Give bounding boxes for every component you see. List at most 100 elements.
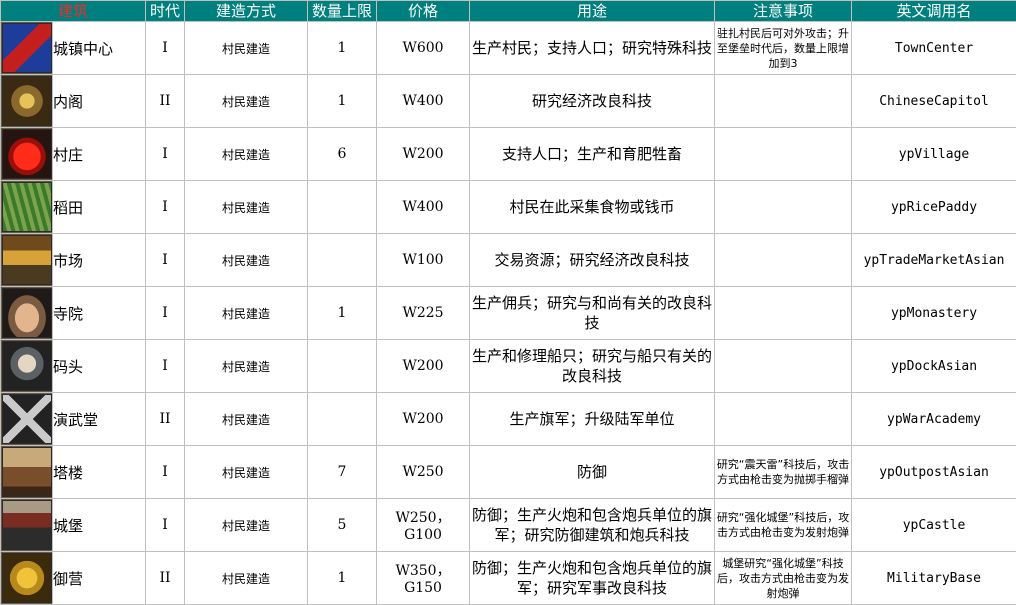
method-cell: 村民建造 bbox=[184, 392, 309, 446]
building-name: 城镇中心 bbox=[51, 21, 147, 75]
table-row: 演武堂 II 村民建造 W200 生产旗军；升级陆军单位 ypWarAcadem… bbox=[0, 392, 1016, 446]
method-cell: 村民建造 bbox=[184, 498, 309, 552]
era-cell: I bbox=[145, 445, 186, 499]
limit-cell: 1 bbox=[307, 551, 378, 605]
era-cell: I bbox=[145, 286, 186, 340]
table-row: 村庄 I 村民建造 6 W200 支持人口；生产和育肥牲畜 ypVillage bbox=[0, 127, 1016, 181]
note-cell: 研究“强化城堡”科技后，攻击方式由枪击变为发射炮弹 bbox=[714, 498, 853, 552]
table-row: 御营 II 村民建造 1 W350，G150 防御；生产火炮和包含炮兵单位的旗军… bbox=[0, 551, 1016, 605]
table-row: 码头 I 村民建造 W200 生产和修理船只；研究与船只有关的改良科技 ypDo… bbox=[0, 339, 1016, 393]
building-name: 塔楼 bbox=[51, 445, 147, 499]
table-row: 城堡 I 村民建造 5 W250，G100 防御；生产火炮和包含炮兵单位的旗军；… bbox=[0, 498, 1016, 552]
table-row: 塔楼 I 村民建造 7 W250 防御 研究“震天雷”科技后，攻击方式由枪击变为… bbox=[0, 445, 1016, 499]
crossed-swords-icon bbox=[1, 394, 52, 444]
limit-cell bbox=[307, 392, 378, 446]
era-cell: I bbox=[145, 180, 186, 234]
note-cell: 驻扎村民后可对外攻击；升至堡垒时代后，数量上限增加到3 bbox=[714, 21, 853, 75]
limit-cell: 7 bbox=[307, 445, 378, 499]
use-cell: 防御；生产火炮和包含炮兵单位的旗军；研究防御建筑和炮兵科技 bbox=[469, 498, 716, 552]
era-cell: I bbox=[145, 498, 186, 552]
price-cell: W100 bbox=[376, 233, 471, 287]
note-cell bbox=[714, 339, 853, 393]
use-cell: 生产佣兵；研究与和尚有关的改良科技 bbox=[469, 286, 716, 340]
era-cell: I bbox=[145, 127, 186, 181]
chinese-capitol-icon bbox=[1, 76, 52, 126]
table-row: 内阁 II 村民建造 1 W400 研究经济改良科技 ChineseCapito… bbox=[0, 74, 1016, 128]
use-cell: 防御 bbox=[469, 445, 716, 499]
use-cell: 研究经济改良科技 bbox=[469, 74, 716, 128]
header-english-name: 英文调用名 bbox=[851, 0, 1016, 22]
note-cell bbox=[714, 127, 853, 181]
header-price: 价格 bbox=[376, 0, 471, 22]
english-name-cell: ypRicePaddy bbox=[851, 180, 1016, 234]
table-row: 稻田 I 村民建造 W400 村民在此采集食物或钱币 ypRicePaddy bbox=[0, 180, 1016, 234]
english-name-cell: ypCastle bbox=[851, 498, 1016, 552]
header-note: 注意事项 bbox=[714, 0, 853, 22]
use-cell: 生产旗军；升级陆军单位 bbox=[469, 392, 716, 446]
dragon-emblem-icon bbox=[1, 553, 52, 603]
building-name: 稻田 bbox=[51, 180, 147, 234]
english-name-cell: ypTradeMarketAsian bbox=[851, 233, 1016, 287]
limit-cell: 1 bbox=[307, 74, 378, 128]
castle-icon bbox=[1, 500, 52, 550]
rice-paddy-icon bbox=[1, 182, 52, 232]
limit-cell: 6 bbox=[307, 127, 378, 181]
english-name-cell: ypWarAcademy bbox=[851, 392, 1016, 446]
use-cell: 生产村民；支持人口；研究特殊科技 bbox=[469, 21, 716, 75]
method-cell: 村民建造 bbox=[184, 339, 309, 393]
method-cell: 村民建造 bbox=[184, 551, 309, 605]
limit-cell bbox=[307, 233, 378, 287]
era-cell: I bbox=[145, 339, 186, 393]
era-cell: II bbox=[145, 551, 186, 605]
method-cell: 村民建造 bbox=[184, 21, 309, 75]
price-cell: W400 bbox=[376, 74, 471, 128]
price-cell: W200 bbox=[376, 339, 471, 393]
limit-cell: 1 bbox=[307, 21, 378, 75]
price-cell: W400 bbox=[376, 180, 471, 234]
use-cell: 生产和修理船只；研究与船只有关的改良科技 bbox=[469, 339, 716, 393]
limit-cell: 5 bbox=[307, 498, 378, 552]
english-name-cell: MilitaryBase bbox=[851, 551, 1016, 605]
english-name-cell: ypDockAsian bbox=[851, 339, 1016, 393]
price-cell: W250，G100 bbox=[376, 498, 471, 552]
watch-tower-icon bbox=[1, 447, 52, 497]
building-name: 市场 bbox=[51, 233, 147, 287]
building-name: 御营 bbox=[51, 551, 147, 605]
era-cell: II bbox=[145, 74, 186, 128]
town-center-icon bbox=[1, 23, 52, 73]
era-cell: II bbox=[145, 392, 186, 446]
price-cell: W200 bbox=[376, 392, 471, 446]
building-name: 码头 bbox=[51, 339, 147, 393]
english-name-cell: TownCenter bbox=[851, 21, 1016, 75]
header-era: 时代 bbox=[145, 0, 186, 22]
header-building: 建筑 bbox=[0, 0, 147, 22]
price-cell: W200 bbox=[376, 127, 471, 181]
note-cell bbox=[714, 392, 853, 446]
table-row: 城镇中心 I 村民建造 1 W600 生产村民；支持人口；研究特殊科技 驻扎村民… bbox=[0, 21, 1016, 75]
english-name-cell: ChineseCapitol bbox=[851, 74, 1016, 128]
header-method: 建造方式 bbox=[184, 0, 309, 22]
building-name: 寺院 bbox=[51, 286, 147, 340]
note-cell: 城堡研究“强化城堡”科技后，攻击方式由枪击变为发射炮弹 bbox=[714, 551, 853, 605]
method-cell: 村民建造 bbox=[184, 180, 309, 234]
header-use: 用途 bbox=[469, 0, 716, 22]
lantern-village-icon bbox=[1, 129, 52, 179]
price-cell: W225 bbox=[376, 286, 471, 340]
use-cell: 交易资源；研究经济改良科技 bbox=[469, 233, 716, 287]
praying-hands-icon bbox=[1, 288, 52, 338]
table-row: 寺院 I 村民建造 1 W225 生产佣兵；研究与和尚有关的改良科技 ypMon… bbox=[0, 286, 1016, 340]
price-cell: W350，G150 bbox=[376, 551, 471, 605]
era-cell: I bbox=[145, 233, 186, 287]
note-cell bbox=[714, 286, 853, 340]
building-name: 城堡 bbox=[51, 498, 147, 552]
english-name-cell: ypVillage bbox=[851, 127, 1016, 181]
method-cell: 村民建造 bbox=[184, 127, 309, 181]
method-cell: 村民建造 bbox=[184, 233, 309, 287]
header-limit: 数量上限 bbox=[307, 0, 378, 22]
table-row: 市场 I 村民建造 W100 交易资源；研究经济改良科技 ypTradeMark… bbox=[0, 233, 1016, 287]
limit-cell bbox=[307, 339, 378, 393]
use-cell: 支持人口；生产和育肥牲畜 bbox=[469, 127, 716, 181]
limit-cell: 1 bbox=[307, 286, 378, 340]
note-cell bbox=[714, 180, 853, 234]
method-cell: 村民建造 bbox=[184, 74, 309, 128]
